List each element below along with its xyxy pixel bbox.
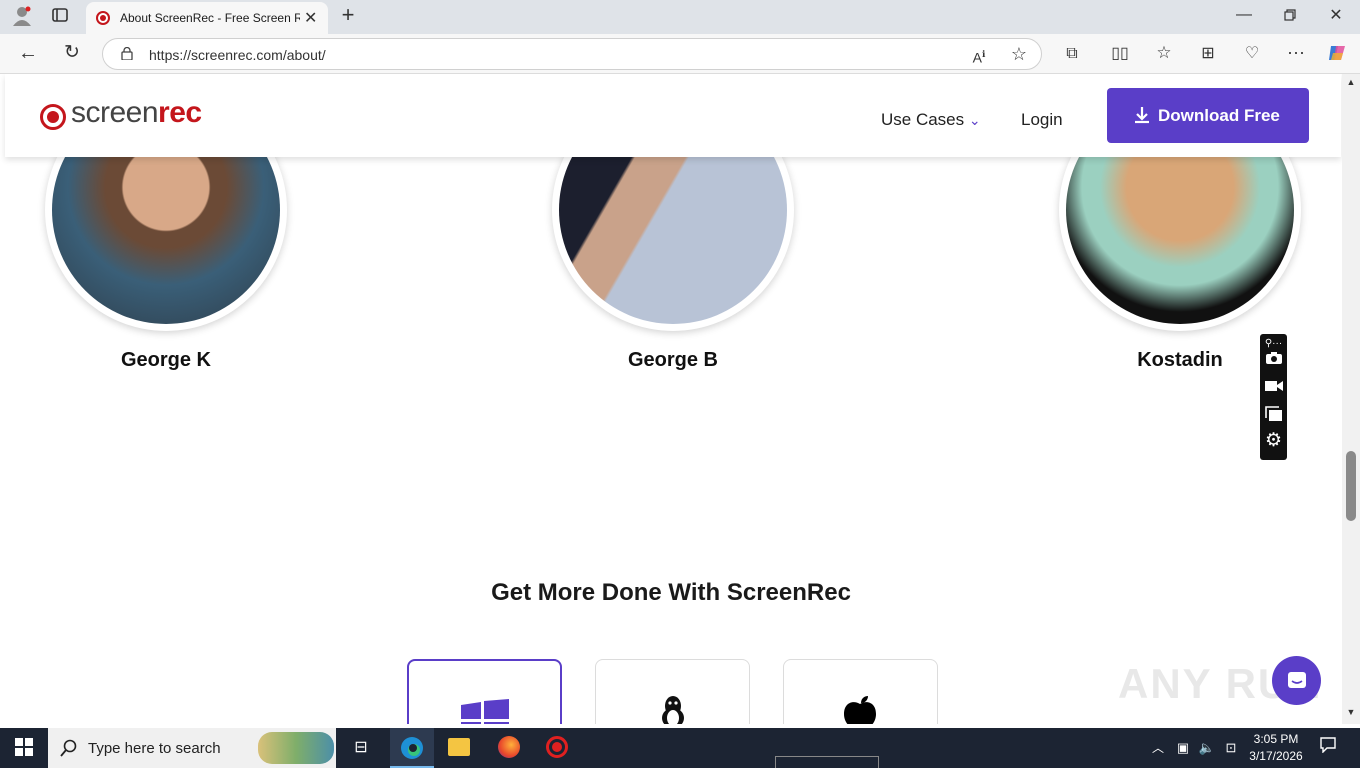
record-video-icon[interactable] <box>1262 379 1285 399</box>
section-title: Get More Done With ScreenRec <box>491 579 851 606</box>
page-scrollbar[interactable]: ▲ ▼ <box>1342 74 1360 724</box>
team-name-george-b: George B <box>627 349 719 371</box>
logo-suffix: rec <box>158 96 202 129</box>
tab-actions-icon[interactable] <box>50 7 70 29</box>
more-menu-icon[interactable]: ··· <box>1286 42 1306 62</box>
chat-icon <box>1288 672 1306 688</box>
search-icon <box>60 739 77 757</box>
network-icon[interactable]: ⊡ <box>1222 738 1240 758</box>
edge-taskbar-icon[interactable] <box>390 728 434 768</box>
close-tab-icon[interactable]: ✕ <box>304 8 317 28</box>
scrollbar-thumb[interactable] <box>1346 451 1356 521</box>
browser-essentials-icon[interactable]: ♡ <box>1242 44 1262 64</box>
copilot-icon[interactable] <box>1326 43 1348 69</box>
tab-about-screenrec[interactable]: About ScreenRec - Free Screen Re ✕ <box>86 2 328 34</box>
logo-prefix: screen <box>71 96 159 129</box>
tab-title: About ScreenRec - Free Screen Re <box>120 11 300 25</box>
site-header: screenrec Use Cases ⌄ Login Download Fre… <box>5 74 1341 157</box>
download-free-button[interactable]: Download Free <box>1107 88 1309 143</box>
favorites-icon[interactable]: ☆ <box>1154 43 1174 63</box>
gallery-icon[interactable] <box>1262 406 1285 428</box>
screenrec-logo-icon[interactable] <box>40 104 66 130</box>
windows-icon <box>461 699 509 724</box>
os-card-linux[interactable] <box>595 659 750 724</box>
screenrec-logo[interactable]: screenrec <box>71 96 202 130</box>
search-highlight-image-icon <box>258 732 334 764</box>
nav-login[interactable]: Login <box>1021 110 1063 130</box>
split-screen-icon[interactable]: ▯▯ <box>1110 44 1130 64</box>
meet-now-icon[interactable]: ▣ <box>1174 738 1192 758</box>
screenshot-camera-icon[interactable] <box>1262 351 1285 371</box>
browser-toolbar: ← ↻ https://screenrec.com/about/ Aℹ ☆ ⧉ … <box>0 34 1360 74</box>
taskbar-time[interactable]: 3:05 PM <box>1248 732 1304 746</box>
file-explorer-icon[interactable] <box>448 738 470 756</box>
scroll-down-arrow-icon[interactable]: ▼ <box>1345 702 1357 722</box>
address-bar[interactable]: https://screenrec.com/about/ Aℹ ☆ <box>102 38 1042 70</box>
read-aloud-icon[interactable]: Aℹ <box>969 44 989 68</box>
apple-icon <box>844 696 876 724</box>
taskbar-search-placeholder: Type here to search <box>88 740 221 757</box>
chat-widget-button[interactable] <box>1272 656 1321 705</box>
nav-use-cases-label: Use Cases <box>881 110 965 129</box>
show-hidden-icons-icon[interactable]: ︿ <box>1150 738 1166 758</box>
taskbar-search-box[interactable]: Type here to search <box>48 728 336 768</box>
os-card-mac[interactable] <box>783 659 938 724</box>
screenrec-favicon-icon <box>96 11 110 25</box>
notifications-icon[interactable] <box>1318 737 1338 759</box>
windows-taskbar: Type here to search ⊟ ︿ ▣ 🔈 ⊡ 3:05 PM 3/… <box>0 728 1360 768</box>
settings-gear-icon[interactable]: ⚙ <box>1262 431 1285 451</box>
team-name-george-k: George K <box>120 349 212 371</box>
nav-use-cases[interactable]: Use Cases ⌄ <box>881 110 981 130</box>
os-card-windows[interactable] <box>407 659 562 724</box>
screenrec-taskbar-icon[interactable] <box>546 736 568 758</box>
running-app-preview[interactable] <box>775 756 879 768</box>
screenrec-floating-widget[interactable]: ⚲··· ⚙ <box>1260 334 1287 460</box>
extensions-icon[interactable]: ⧉ <box>1062 44 1082 64</box>
back-icon[interactable]: ← <box>18 43 38 63</box>
close-window-icon[interactable]: ✕ <box>1326 6 1346 26</box>
firefox-icon[interactable] <box>498 736 520 758</box>
page-viewport: screenrec Use Cases ⌄ Login Download Fre… <box>0 74 1342 724</box>
start-windows-icon[interactable] <box>14 738 34 762</box>
download-icon <box>1135 107 1149 124</box>
restore-icon[interactable] <box>1280 7 1300 27</box>
minimize-icon[interactable]: — <box>1234 5 1254 25</box>
lock-icon <box>121 47 133 60</box>
profile-icon[interactable] <box>12 6 32 32</box>
taskbar-date[interactable]: 3/17/2026 <box>1246 749 1306 763</box>
favorite-star-icon[interactable]: ☆ <box>1009 44 1029 64</box>
scroll-up-arrow-icon[interactable]: ▲ <box>1345 72 1357 92</box>
volume-icon[interactable]: 🔈 <box>1198 738 1216 758</box>
collections-icon[interactable]: ⊞ <box>1198 44 1218 64</box>
chevron-down-icon: ⌄ <box>968 112 981 128</box>
refresh-icon[interactable]: ↻ <box>62 43 82 63</box>
download-free-label: Download Free <box>1158 106 1280 125</box>
browser-tab-bar: About ScreenRec - Free Screen Re ✕ + — ✕ <box>0 0 1360 34</box>
url-text: https://screenrec.com/about/ <box>149 47 326 63</box>
task-view-icon[interactable]: ⊟ <box>350 738 372 758</box>
new-tab-icon[interactable]: + <box>338 4 358 26</box>
linux-icon <box>662 696 684 724</box>
